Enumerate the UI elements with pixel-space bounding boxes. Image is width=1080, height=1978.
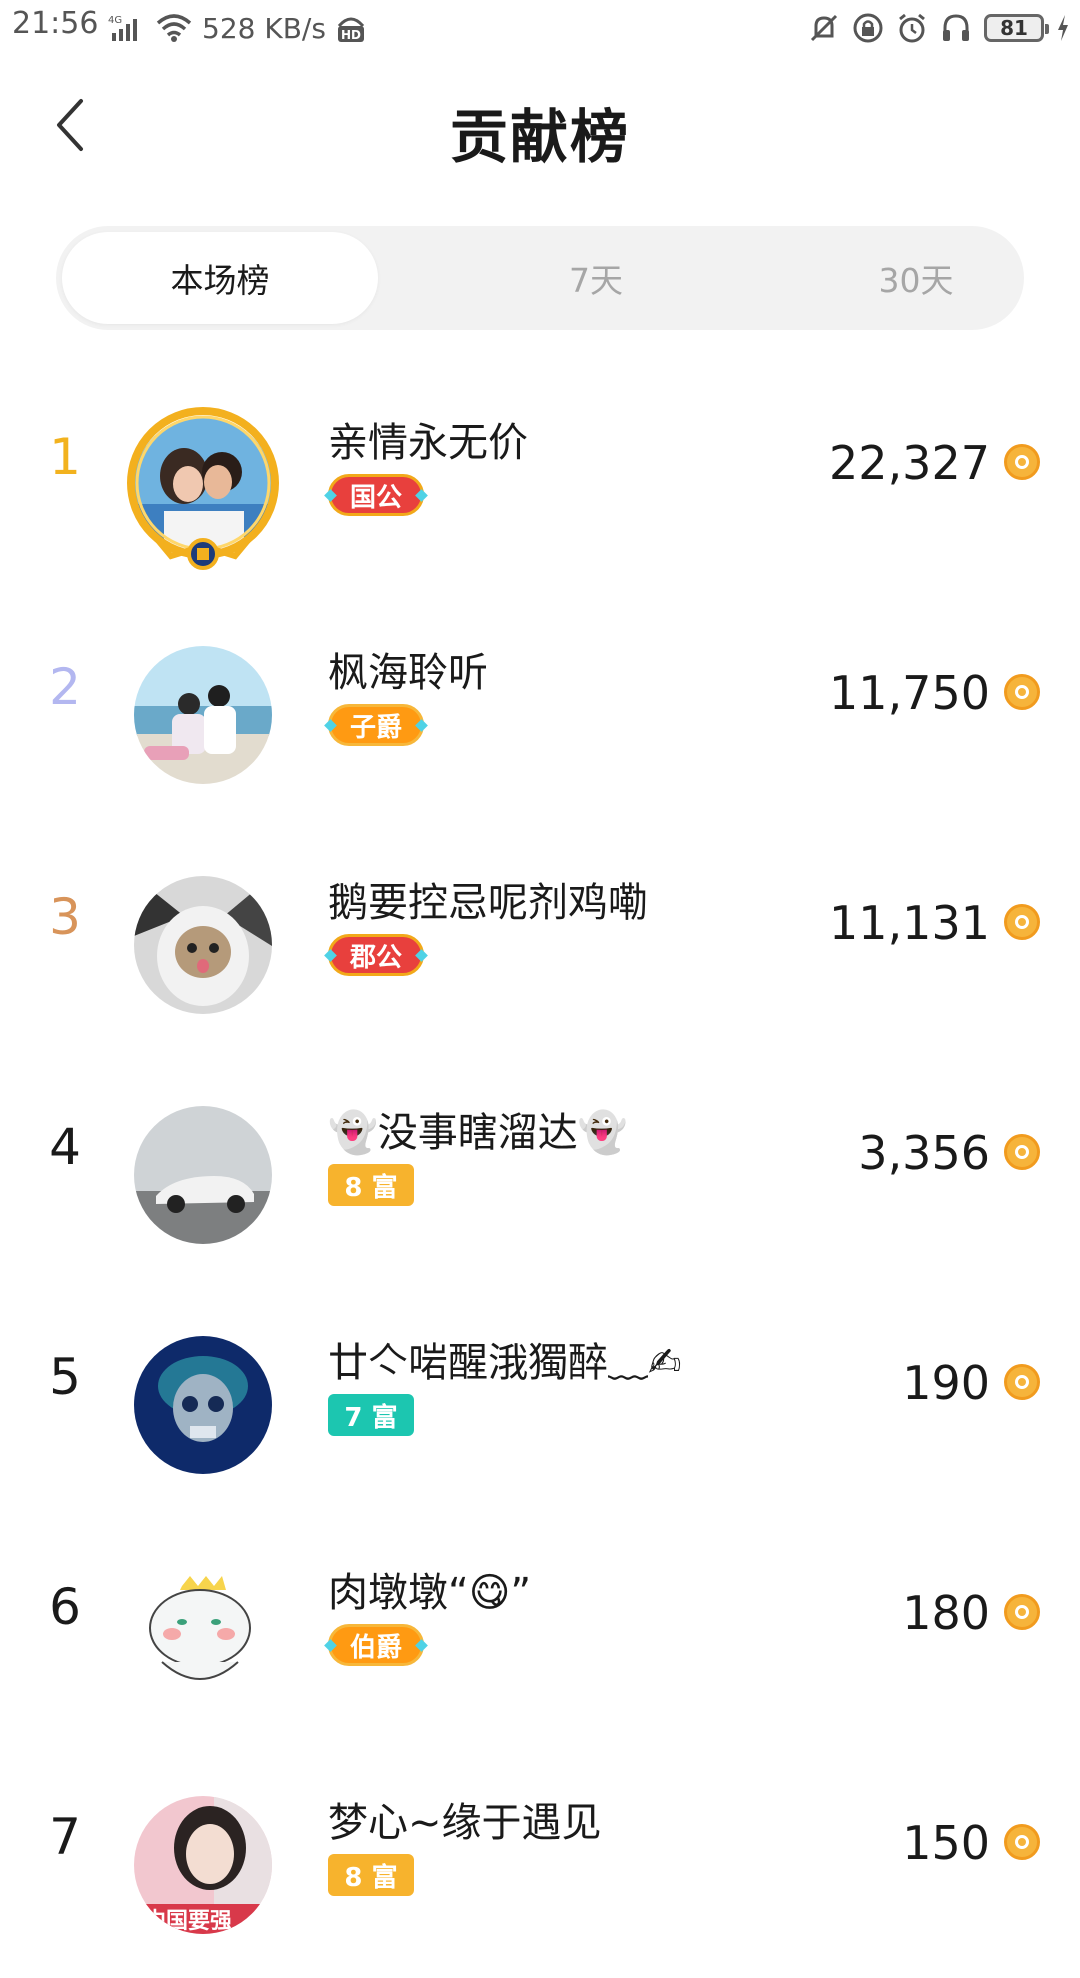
contribution-amount: 180	[902, 1586, 990, 1640]
rank-number: 4	[49, 1118, 81, 1176]
rank-number: 1	[49, 428, 81, 486]
avatar[interactable]	[134, 1106, 272, 1244]
contribution-amount: 150	[902, 1816, 990, 1870]
contribution-amount: 22,327	[829, 436, 990, 490]
rank-number: 7	[49, 1808, 81, 1866]
period-tabs: 本场榜 7天 30天	[56, 226, 1024, 330]
user-name: 鹅要控忌呢剂鸡嘞	[328, 880, 648, 926]
coin-icon	[1004, 904, 1040, 940]
user-name: 廿亽啱醒涐獨醉﹏✍	[328, 1340, 682, 1386]
avatar[interactable]	[134, 1566, 272, 1704]
rank-number: 2	[49, 658, 81, 716]
list-item[interactable]: 5 廿亽啱醒涐獨醉﹏✍ 7 富 190	[0, 1288, 1080, 1518]
hd-icon: HD	[337, 17, 365, 42]
user-name: 亲情永无价	[328, 420, 528, 466]
noble-badge: 子爵	[328, 704, 424, 746]
list-item[interactable]: 1 亲情永无价 国公 22,327	[0, 368, 1080, 598]
wifi-icon	[156, 14, 192, 42]
status-bar: 21:56 4G 528 KB/s HD 81	[0, 0, 1080, 56]
rank-number: 6	[49, 1578, 81, 1636]
user-name: 👻没事瞎溜达👻	[328, 1110, 628, 1156]
noble-badge: 国公	[328, 474, 424, 516]
charging-icon	[1058, 15, 1068, 41]
svg-text:HD: HD	[341, 28, 361, 42]
headphones-icon	[943, 14, 969, 41]
rank-number: 3	[49, 888, 81, 946]
avatar[interactable]	[134, 646, 272, 784]
tab-7-days[interactable]: 7天	[436, 226, 756, 330]
list-item[interactable]: 2 枫海聆听 子爵 11,750	[0, 598, 1080, 828]
coin-icon	[1004, 1824, 1040, 1860]
coin-icon	[1004, 674, 1040, 710]
wealth-badge: 7 富	[328, 1394, 414, 1436]
contribution-amount: 190	[902, 1356, 990, 1410]
user-name: 肉墩墩“😋”	[328, 1570, 532, 1616]
tab-30-days[interactable]: 30天	[756, 226, 1076, 330]
tab-this-session[interactable]: 本场榜	[62, 232, 378, 324]
list-item[interactable]: 3 鹅要控忌呢剂鸡嘞 郡公 11,131	[0, 828, 1080, 1058]
mute-icon	[810, 14, 838, 42]
alarm-icon	[899, 13, 925, 43]
avatar-caption: 中国要强	[144, 1909, 232, 1934]
coin-icon	[1004, 1594, 1040, 1630]
avatar[interactable]	[134, 1336, 272, 1474]
status-right-icons: 81	[808, 10, 1070, 46]
coin-icon	[1004, 1364, 1040, 1400]
status-time: 21:56	[12, 6, 99, 41]
status-left-icons: 4G 528 KB/s HD	[108, 10, 366, 46]
contribution-amount: 3,356	[858, 1126, 990, 1180]
contribution-amount: 11,131	[829, 896, 990, 950]
signal-icon: 4G	[108, 15, 137, 41]
list-item[interactable]: 7 中国要强 梦心~缘于遇见 8 富 150	[0, 1748, 1080, 1978]
page-title: 贡献榜	[449, 103, 630, 171]
wealth-badge: 8 富	[328, 1164, 414, 1206]
avatar-frame	[127, 407, 279, 570]
avatar[interactable]	[134, 876, 272, 1014]
coin-icon	[1004, 1134, 1040, 1170]
contribution-amount: 11,750	[829, 666, 990, 720]
network-speed: 528 KB/s	[202, 11, 326, 45]
battery-level: 81	[1000, 16, 1028, 40]
avatar[interactable]: 中国要强	[134, 1796, 272, 1934]
user-name: 梦心~缘于遇见	[328, 1800, 602, 1846]
user-name: 枫海聆听	[328, 650, 488, 696]
noble-badge: 郡公	[328, 934, 424, 976]
wealth-badge: 8 富	[328, 1854, 414, 1896]
network-type: 4G	[108, 15, 122, 26]
lock-icon	[853, 13, 883, 43]
rank-number: 5	[49, 1348, 81, 1406]
header: 贡献榜	[0, 60, 1080, 190]
noble-badge: 伯爵	[328, 1624, 424, 1666]
list-item[interactable]: 4 👻没事瞎溜达👻 8 富 3,356	[0, 1058, 1080, 1288]
coin-icon	[1004, 444, 1040, 480]
list-item[interactable]: 6 肉墩墩“😋” 伯爵 180	[0, 1518, 1080, 1748]
battery-icon: 81	[984, 14, 1049, 42]
